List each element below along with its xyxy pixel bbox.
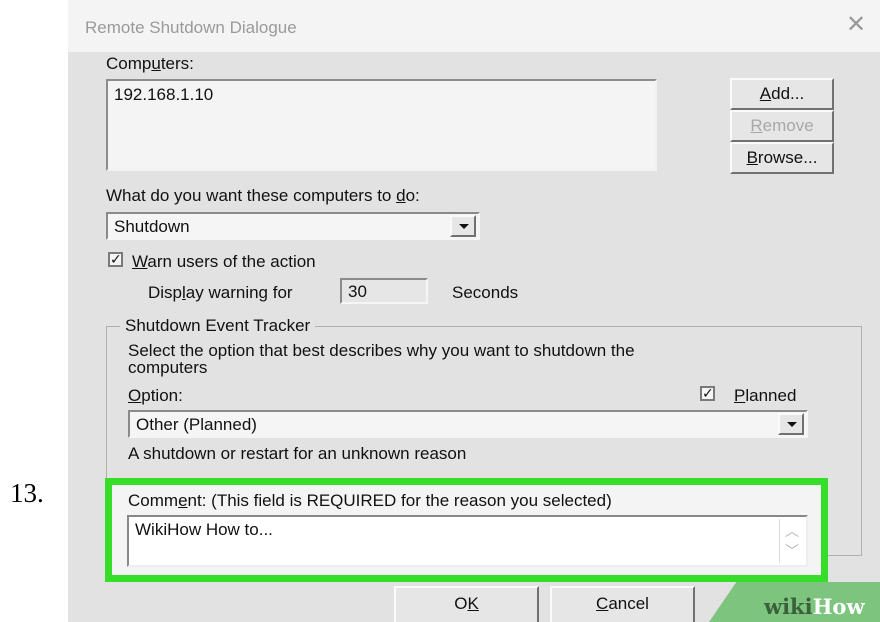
- seconds-label: Seconds: [452, 283, 519, 302]
- comment-scrollbar[interactable]: ︿ ﹀: [779, 519, 804, 563]
- step-number: 13.: [10, 478, 44, 508]
- wikihow-watermark: wikiHow: [709, 582, 880, 622]
- tracker-description-line2: computers: [128, 358, 208, 377]
- warning-seconds-input[interactable]: 30: [340, 278, 428, 304]
- computers-label: Computers:: [106, 54, 194, 73]
- planned-label: Planned: [734, 386, 797, 405]
- option-select[interactable]: Other (Planned): [128, 410, 808, 438]
- action-select-value: Shutdown: [114, 217, 190, 236]
- remote-shutdown-dialog: Remote Shutdown Dialogue ✕ Computers: 19…: [68, 0, 880, 622]
- computers-list[interactable]: 192.168.1.10: [106, 79, 657, 171]
- planned-checkbox[interactable]: ✓: [700, 386, 715, 401]
- title-bar: Remote Shutdown Dialogue ✕: [68, 0, 880, 52]
- action-label: What do you want these computers to do:: [106, 186, 420, 205]
- close-icon[interactable]: ✕: [846, 13, 866, 37]
- chevron-down-icon[interactable]: [778, 413, 804, 435]
- comment-textarea[interactable]: WikiHow How to... ︿ ﹀: [127, 515, 808, 567]
- group-title: Shutdown Event Tracker: [120, 316, 316, 336]
- add-button[interactable]: Add...: [730, 78, 834, 110]
- comment-label: Comment: (This field is REQUIRED for the…: [128, 491, 612, 510]
- browse-button[interactable]: Browse...: [730, 142, 834, 174]
- cancel-button[interactable]: Cancel: [550, 586, 695, 622]
- option-select-value: Other (Planned): [136, 415, 257, 434]
- chevron-down-icon[interactable]: [450, 215, 476, 237]
- computer-list-item[interactable]: 192.168.1.10: [114, 85, 213, 105]
- display-warning-label: Display warning for: [148, 283, 293, 302]
- remove-button: Remove: [730, 110, 834, 142]
- option-label: Option:: [128, 386, 183, 405]
- comment-value: WikiHow How to...: [135, 520, 273, 539]
- chevron-up-icon[interactable]: ︿: [780, 521, 804, 541]
- dialog-title: Remote Shutdown Dialogue: [85, 18, 297, 37]
- ok-button[interactable]: OK: [394, 586, 539, 622]
- wikihow-logo: wikiHow: [764, 594, 865, 619]
- option-description: A shutdown or restart for an unknown rea…: [128, 444, 467, 463]
- action-select[interactable]: Shutdown: [106, 212, 480, 240]
- warn-users-checkbox[interactable]: ✓: [108, 252, 123, 267]
- chevron-down-icon[interactable]: ﹀: [780, 541, 804, 561]
- warn-users-label: Warn users of the action: [132, 252, 316, 271]
